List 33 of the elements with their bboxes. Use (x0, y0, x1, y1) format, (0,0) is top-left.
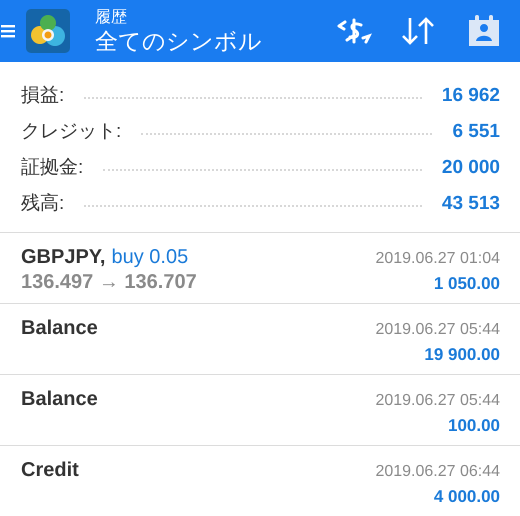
summary-value: 6 551 (452, 120, 500, 144)
deal-time: 2019.06.27 01:04 (375, 251, 500, 267)
deal-symbol: Credit (21, 460, 79, 480)
deal-row[interactable]: GBPJPY, buy 0.05 136.497 → 136.707 2019.06.27 01:04 1 050.00 (0, 232, 520, 303)
calendar-person-icon[interactable] (467, 14, 501, 48)
deal-time: 2019.06.27 05:44 (375, 322, 500, 338)
summary-label: 損益: (21, 84, 64, 108)
deal-symbol: GBPJPY, (21, 247, 106, 267)
summary-value: 16 962 (442, 84, 500, 108)
deal-row[interactable]: Balance 2019.06.27 05:44 100.00 (0, 374, 520, 445)
screen-title[interactable]: 全てのシンボル (95, 30, 262, 52)
summary-label: 証拠金: (21, 156, 84, 180)
deal-symbol: Balance (21, 389, 98, 409)
deal-row[interactable]: Balance 2019.06.27 05:44 19 900.00 (0, 303, 520, 374)
deal-amount: 100.00 (448, 417, 500, 434)
deal-prices: 136.497 → 136.707 (21, 272, 197, 292)
deal-amount: 1 050.00 (434, 275, 500, 292)
deal-symbol: Balance (21, 318, 98, 338)
summary-label: 残高: (21, 192, 64, 216)
sort-icon[interactable] (400, 16, 436, 46)
app-logo-icon (26, 9, 70, 53)
deal-time: 2019.06.27 06:44 (375, 464, 500, 480)
summary-value: 43 513 (442, 192, 500, 216)
deal-action: buy 0.05 (111, 247, 188, 267)
summary-value: 20 000 (442, 156, 500, 180)
menu-icon[interactable] (1, 23, 15, 39)
deal-time: 2019.06.27 05:44 (375, 393, 500, 409)
screen-subtitle: 履歴 (95, 10, 128, 26)
summary-label: クレジット: (21, 120, 122, 144)
currency-exchange-icon[interactable] (335, 16, 373, 46)
deal-row[interactable]: Credit 2019.06.27 06:44 4 000.00 (0, 445, 520, 516)
deal-amount: 4 000.00 (434, 488, 500, 505)
deal-amount: 19 900.00 (424, 346, 500, 363)
